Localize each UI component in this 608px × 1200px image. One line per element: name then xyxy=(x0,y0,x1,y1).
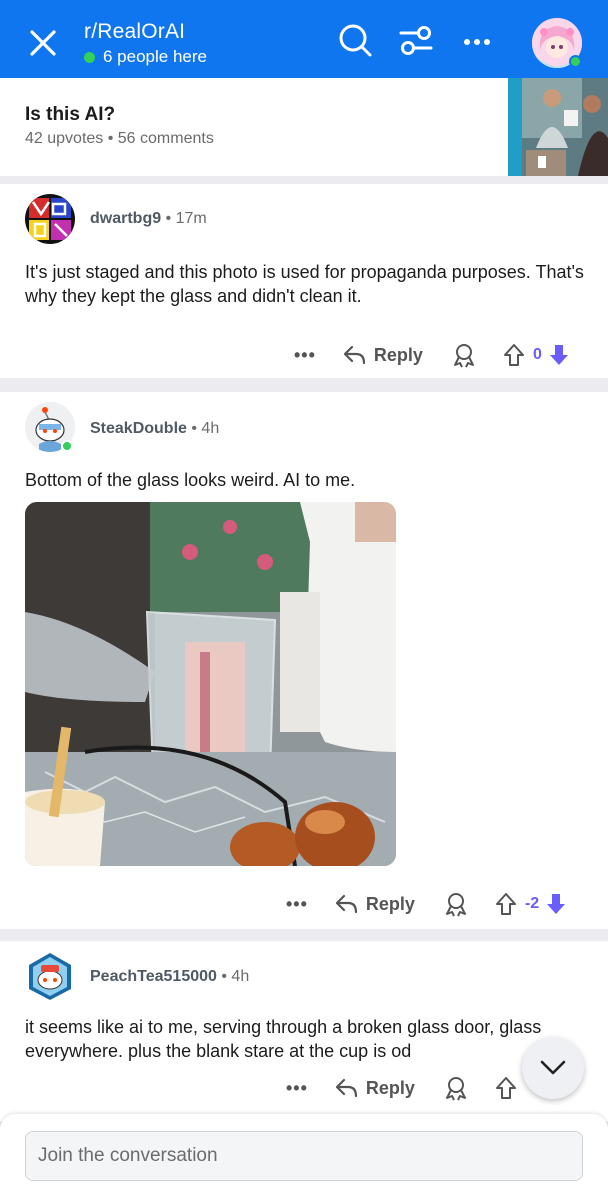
commenter-avatar[interactable] xyxy=(25,951,75,1001)
reply-icon xyxy=(335,1078,358,1098)
username[interactable]: PeachTea515000 xyxy=(90,968,217,985)
more-button[interactable]: ••• xyxy=(286,894,308,915)
downvote-icon[interactable] xyxy=(545,892,567,916)
post-title: Is this AI? xyxy=(25,104,116,125)
comment-meta: PeachTea515000 • 4h xyxy=(90,968,249,986)
reply-icon xyxy=(335,894,358,914)
upvote-icon[interactable] xyxy=(503,343,525,367)
comment-card: PeachTea515000 • 4h it seems like ai to … xyxy=(0,941,608,1121)
comment-card: dwartbg9 • 17m It's just staged and this… xyxy=(0,184,608,378)
subreddit-title-block[interactable]: r/RealOrAI 6 people here xyxy=(84,20,207,67)
upvote-icon[interactable] xyxy=(495,1076,517,1100)
reply-label: Reply xyxy=(365,1077,415,1098)
comment-time: • 17m xyxy=(165,210,207,227)
reply-label: Reply xyxy=(373,344,423,365)
divider xyxy=(0,176,608,184)
self-online-dot xyxy=(569,55,582,68)
comment-meta: dwartbg9 • 17m xyxy=(90,210,207,228)
post-summary[interactable]: Is this AI? 42 upvotes • 56 comments xyxy=(0,78,608,176)
comment-text: Bottom of the glass looks weird. AI to m… xyxy=(25,470,356,490)
reply-button[interactable]: Reply xyxy=(342,344,423,366)
award-button[interactable] xyxy=(443,891,469,917)
vote-controls: 0 xyxy=(503,343,570,367)
comment-actions: ••• Reply xyxy=(286,1073,531,1103)
vote-score: 0 xyxy=(532,346,542,363)
upvote-icon[interactable] xyxy=(495,892,517,916)
username[interactable]: SteakDouble xyxy=(90,420,187,437)
award-icon xyxy=(445,893,466,917)
award-icon xyxy=(453,344,474,368)
more-button[interactable]: ••• xyxy=(294,345,316,366)
username[interactable]: dwartbg9 xyxy=(90,210,161,227)
comment-time: • 4h xyxy=(191,420,220,437)
downvote-icon[interactable] xyxy=(548,343,570,367)
comment-composer xyxy=(0,1114,608,1200)
divider xyxy=(0,929,608,941)
more-button[interactable]: ••• xyxy=(286,1078,308,1099)
vote-score: -2 xyxy=(524,895,540,912)
presence-indicator: 6 people here xyxy=(84,47,207,67)
scroll-down-button[interactable] xyxy=(522,1037,584,1099)
chevron-down-icon xyxy=(540,1060,566,1075)
close-icon[interactable] xyxy=(26,26,60,60)
award-icon xyxy=(445,1077,466,1101)
online-dot xyxy=(84,51,95,63)
comment-time: • 4h xyxy=(221,968,250,985)
subreddit-name: r/RealOrAI xyxy=(84,20,186,43)
reply-button[interactable]: Reply xyxy=(334,1077,415,1099)
top-bar: r/RealOrAI 6 people here xyxy=(0,0,608,78)
award-button[interactable] xyxy=(451,342,477,368)
commenter-online-dot xyxy=(61,440,73,452)
filter-sort-icon[interactable] xyxy=(398,22,434,58)
comment-text: it seems like ai to me, serving through … xyxy=(25,1017,542,1061)
comment-card: SteakDouble • 4h Bottom of the glass loo… xyxy=(0,392,608,929)
comment-actions: ••• Reply -2 xyxy=(286,889,567,919)
comment-text: It's just staged and this photo is used … xyxy=(25,262,584,306)
comment-meta: SteakDouble • 4h xyxy=(90,420,219,438)
more-options-icon[interactable] xyxy=(460,22,496,58)
join-conversation-input[interactable] xyxy=(25,1131,583,1181)
reply-label: Reply xyxy=(365,893,415,914)
reply-icon xyxy=(343,345,366,365)
divider xyxy=(0,378,608,392)
comment-actions: ••• Reply 0 xyxy=(294,340,570,370)
vote-controls: -2 xyxy=(495,892,567,916)
presence-count: 6 people here xyxy=(103,47,207,66)
comment-image[interactable] xyxy=(25,502,396,866)
search-icon[interactable] xyxy=(337,22,373,58)
commenter-avatar[interactable] xyxy=(25,194,75,244)
post-stats: 42 upvotes • 56 comments xyxy=(25,130,214,147)
post-thumbnail[interactable] xyxy=(508,78,608,176)
reply-button[interactable]: Reply xyxy=(334,893,415,915)
award-button[interactable] xyxy=(443,1075,469,1101)
